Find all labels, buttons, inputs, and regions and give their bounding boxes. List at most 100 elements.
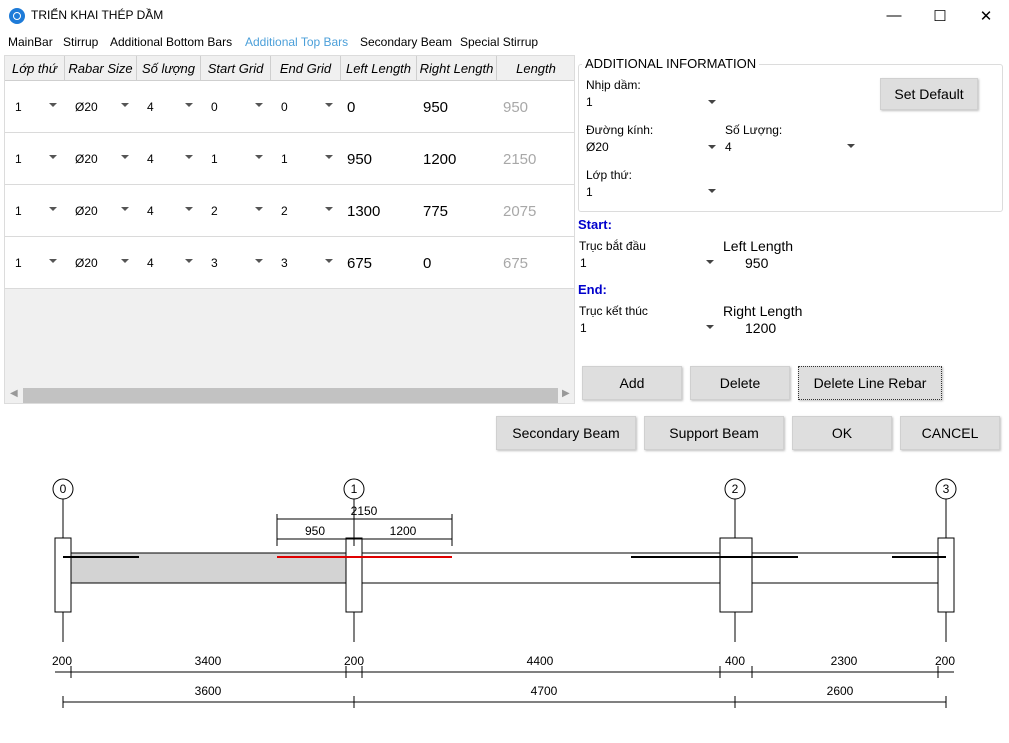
ok-button[interactable]: OK [792,416,892,450]
header-rabar-size[interactable]: Rabar Size [65,56,137,81]
header-length[interactable]: Length [497,56,574,81]
dropdown-arrow-icon [49,207,57,211]
minimize-button[interactable]: — [871,0,917,31]
horizontal-scrollbar[interactable]: ◀ ▶ [5,387,574,403]
cell-right-length[interactable]: 1200 [417,133,497,185]
scroll-left-icon[interactable]: ◀ [10,388,18,399]
cell-right-length[interactable]: 0 [417,237,497,289]
header-left-length[interactable]: Left Length [341,56,417,81]
tab-special-stirrup[interactable]: Special Stirrup [460,35,538,49]
cell-right-length[interactable]: 775 [417,185,497,237]
dropdown-arrow-icon [255,103,263,107]
tab-mainbar[interactable]: MainBar [8,35,53,49]
cell-so-luong[interactable]: 4 [137,81,201,133]
tab-stirrup[interactable]: Stirrup [63,35,98,49]
grid-label: 3 [943,482,950,496]
delete-line-rebar-button[interactable]: Delete Line Rebar [798,366,942,400]
cell-end-grid[interactable]: 3 [271,237,341,289]
app-icon [9,8,25,24]
table-row[interactable]: 1 Ø20 4 2 2 1300 775 2075 [5,185,574,237]
header-lop-thu[interactable]: Lớp thứ [5,56,65,81]
cell-left-length[interactable]: 0 [341,81,417,133]
so-luong-combo[interactable]: 4 [723,137,857,155]
cell-end-grid[interactable]: 0 [271,81,341,133]
chevron-down-icon [706,325,714,329]
column [937,537,955,613]
cell-so-luong[interactable]: 4 [137,237,201,289]
dim-label: 3600 [195,684,222,698]
cell-lop-thu[interactable]: 1 [5,81,65,133]
set-default-button[interactable]: Set Default [880,78,978,110]
cell-end-grid[interactable]: 1 [271,133,341,185]
cell-so-luong[interactable]: 4 [137,185,201,237]
column [719,537,753,613]
cell-right-length[interactable]: 950 [417,81,497,133]
cell-rabar-size[interactable]: Ø20 [65,133,137,185]
table-row[interactable]: 1 Ø20 4 1 1 950 1200 2150 [5,133,574,185]
additional-info-legend: ADDITIONAL INFORMATION [582,56,760,71]
cell-start-grid[interactable]: 3 [201,237,271,289]
truc-ket-thuc-combo[interactable]: 1 [578,318,718,336]
cell-end-grid[interactable]: 2 [271,185,341,237]
rebar-grid: Lớp thứ Rabar Size Số lượng Start Grid E… [4,55,575,404]
add-button[interactable]: Add [582,366,682,400]
header-so-luong[interactable]: Số lượng [137,56,201,81]
cell-rabar-size[interactable]: Ø20 [65,81,137,133]
tab-additional-top-bars[interactable]: Additional Top Bars [245,35,348,49]
cell-so-luong[interactable]: 4 [137,133,201,185]
cell-start-grid[interactable]: 0 [201,81,271,133]
tab-additional-bottom-bars[interactable]: Additional Bottom Bars [110,35,232,49]
cell-start-grid[interactable]: 1 [201,133,271,185]
cell-left-length[interactable]: 1300 [341,185,417,237]
nhip-dam-combo[interactable]: 1 [584,92,718,110]
grid-label: 0 [60,482,67,496]
delete-button[interactable]: Delete [690,366,790,400]
truc-bat-dau-combo[interactable]: 1 [578,253,718,271]
cell-rabar-size[interactable]: Ø20 [65,185,137,237]
table-row[interactable]: 1 Ø20 4 3 3 675 0 675 [5,237,574,289]
dropdown-arrow-icon [185,207,193,211]
chevron-down-icon [708,189,716,193]
secondary-beam-button[interactable]: Secondary Beam [496,416,636,450]
cell-start-grid[interactable]: 2 [201,185,271,237]
dropdown-arrow-icon [325,155,333,159]
scrollbar-thumb[interactable] [23,388,558,403]
table-row[interactable]: 1 Ø20 4 0 0 0 950 950 [5,81,574,133]
cell-rabar-size[interactable]: Ø20 [65,237,137,289]
dropdown-arrow-icon [121,155,129,159]
cell-lop-thu[interactable]: 1 [5,185,65,237]
left-length-label: Left Length [723,238,794,254]
dropdown-arrow-icon [325,103,333,107]
dim-label: 3400 [195,654,222,668]
support-beam-button[interactable]: Support Beam [644,416,784,450]
dropdown-arrow-icon [325,259,333,263]
right-length-value[interactable]: 1200 [745,320,776,336]
dim-label: 2600 [827,684,854,698]
cell-left-length[interactable]: 950 [341,133,417,185]
cell-lop-thu[interactable]: 1 [5,133,65,185]
left-length-value[interactable]: 950 [745,255,768,271]
header-right-length[interactable]: Right Length [417,56,497,81]
cell-left-length[interactable]: 675 [341,237,417,289]
dropdown-arrow-icon [325,207,333,211]
dim-label: 4400 [527,654,554,668]
cell-length: 2075 [503,202,537,220]
duong-kinh-combo[interactable]: Ø20 [584,137,718,155]
header-start-grid[interactable]: Start Grid [201,56,271,81]
dropdown-arrow-icon [185,155,193,159]
close-button[interactable]: ✕ [963,0,1009,31]
lop-thu-label: Lớp thứ: [586,168,632,182]
cell-length: 2150 [503,150,537,168]
scroll-right-icon[interactable]: ▶ [562,388,570,399]
maximize-button[interactable]: ☐ [917,0,963,31]
dim-left: 950 [305,524,325,538]
grid-label: 1 [351,482,358,496]
lop-thu-combo[interactable]: 1 [584,182,718,200]
tab-secondary-beam[interactable]: Secondary Beam [360,35,452,49]
cell-lop-thu[interactable]: 1 [5,237,65,289]
dropdown-arrow-icon [49,103,57,107]
grid-label: 2 [732,482,739,496]
header-end-grid[interactable]: End Grid [271,56,341,81]
cancel-button[interactable]: CANCEL [900,416,1000,450]
start-section-title: Start: [578,217,612,232]
